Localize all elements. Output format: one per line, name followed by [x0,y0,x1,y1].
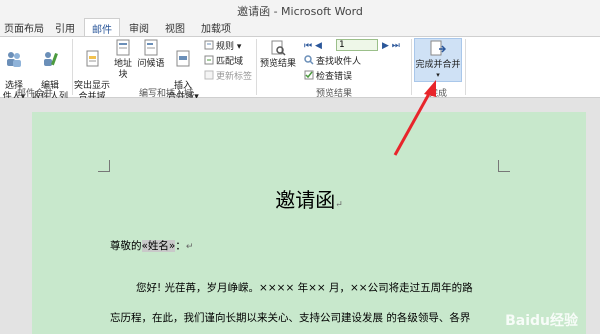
tab-view[interactable]: 视图 [160,18,190,36]
check-errors-icon [304,70,314,80]
check-errors-label: 检查错误 [316,72,353,82]
highlight-document-icon [86,50,99,67]
rules-label: 规则 ▾ [216,42,242,52]
match-fields-label: 匹配域 [216,57,244,67]
insert-field-icon [176,50,190,67]
body-line-2: 忘历程，在此，我们谨向长期以来关心、支持公司建设发展 的各级领导、各界 [110,312,471,324]
find-recipient-icon [304,55,314,65]
prev-record-icon[interactable]: ◀ [315,41,322,51]
document-title-text: 邀请函 [275,188,336,212]
finish-merge-button[interactable]: 完成并合并 ▾ [414,38,462,82]
match-fields-button[interactable]: 匹配域 [204,55,243,67]
address-block-button[interactable]: 地址块 [110,39,136,81]
record-number-input[interactable]: 1 [336,39,378,51]
people-icon [7,52,21,67]
tab-references[interactable]: 引用 [52,18,78,36]
tab-page-layout[interactable]: 页面布局 [0,18,48,36]
update-labels-icon [204,70,214,80]
next-record-icon[interactable]: ▶ [382,41,389,51]
group-separator [465,39,466,95]
finish-merge-label: 完成并合并 [415,60,461,70]
dropdown-arrow-icon: ▾ [436,71,440,79]
address-block-icon [116,39,130,56]
window-title: 邀请函 - Microsoft Word [237,5,363,18]
watermark: Baidu经验 [505,313,578,329]
update-labels-label: 更新标签 [216,72,253,82]
document-page[interactable]: 邀请函↵ 尊敬的«姓名»：↵ 您好! 光荏苒，岁月峥嵘。×××× 年×× 月，×… [32,112,586,334]
paragraph-mark-icon: ↵ [185,242,194,252]
merge-field-name[interactable]: «姓名» [141,240,176,252]
group-separator [72,39,73,95]
address-block-label: 地址块 [113,59,132,80]
find-recipient-label: 查找收件人 [316,57,362,67]
title-bar: 邀请函 - Microsoft Word [0,0,600,20]
crop-mark [98,160,110,172]
greeting-icon [144,39,158,56]
match-fields-icon [204,55,214,65]
preview-results-button[interactable]: 预览结果 [258,39,298,70]
finish-merge-icon [430,40,446,56]
preview-icon [271,40,286,56]
first-record-icon[interactable]: ⏮ [304,41,312,51]
document-title: 邀请函↵ [32,184,586,213]
last-record-icon[interactable]: ⏭ [392,41,400,51]
body-line-1: 您好! 光荏苒，岁月峥嵘。×××× 年×× 月，××公司将走过五周年的路 [136,282,473,294]
tab-addins[interactable]: 加载项 [196,18,236,36]
crop-mark [498,160,510,172]
ribbon: 选择 件人▾ 编辑 收件人列表 邮件合并 突出显示 合并域 地址块 问候语 插入… [0,36,600,113]
tab-review[interactable]: 审阅 [124,18,154,36]
rules-icon [204,40,214,50]
group-separator [256,39,257,95]
preview-results-label: 预览结果 [259,59,296,69]
check-errors-button[interactable]: 检查错误 [304,70,352,82]
paragraph-mark-icon: ↵ [335,200,343,210]
update-labels-button[interactable]: 更新标签 [204,70,252,82]
salutation-prefix: 尊敬的 [110,240,142,252]
record-nav: ⏮ ◀ [304,40,322,52]
record-nav-next: ▶ ⏭ [382,40,400,52]
greeting-line-label: 问候语 [137,59,165,69]
ribbon-tabs: 页面布局 引用 邮件 审阅 视图 加载项 [0,18,600,37]
tab-mailings[interactable]: 邮件 [84,18,120,37]
rules-button[interactable]: 规则 ▾ [204,40,241,52]
find-recipient-button[interactable]: 查找收件人 [304,55,361,67]
greeting-line-button[interactable]: 问候语 [137,39,165,70]
edit-list-icon [44,52,58,66]
salutation-line: 尊敬的«姓名»：↵ [110,238,193,253]
salutation-suffix: ： [175,240,186,252]
